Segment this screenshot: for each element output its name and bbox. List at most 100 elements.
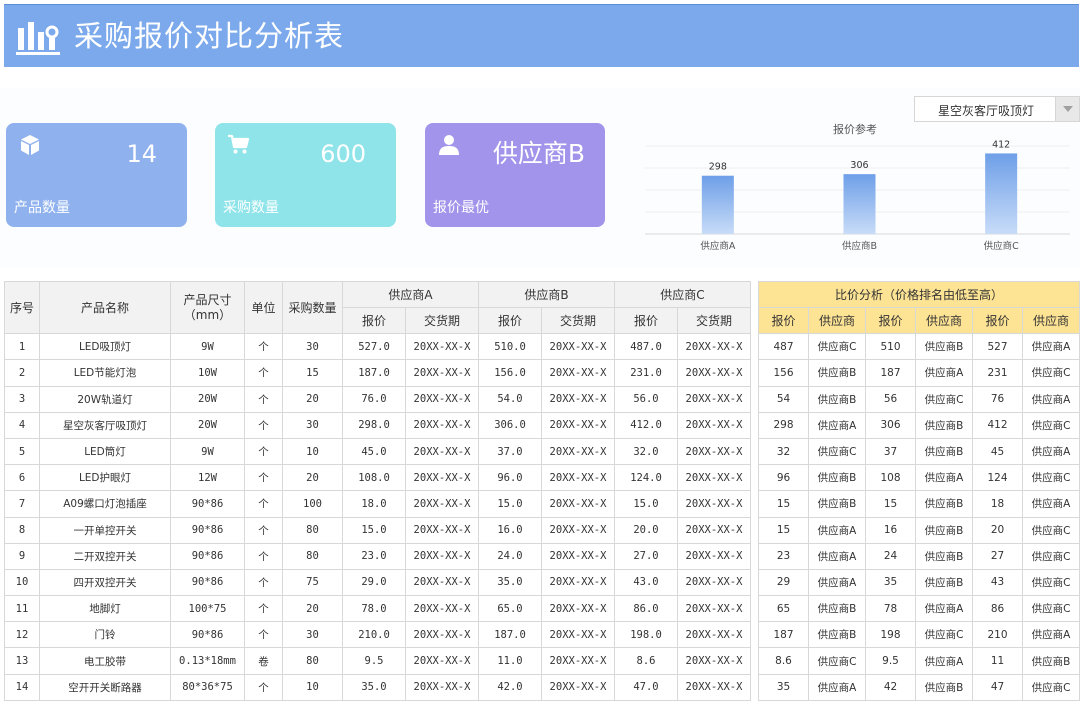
rank-supplier-3[interactable]: 供应商C — [1022, 568, 1080, 597]
rank-price-1[interactable]: 32 — [758, 437, 809, 466]
rank-supplier-2[interactable]: 供应商B — [915, 568, 973, 597]
delivery-a[interactable]: 20XX-XX-X — [405, 647, 479, 675]
price-a[interactable]: 29.0 — [342, 568, 406, 597]
delivery-b[interactable]: 20XX-XX-X — [541, 621, 615, 649]
rank-price-1[interactable]: 96 — [758, 464, 809, 492]
delivery-c[interactable]: 20XX-XX-X — [677, 411, 751, 439]
row-index[interactable]: 9 — [4, 542, 40, 570]
price-a[interactable]: 108.0 — [342, 464, 406, 492]
rank-supplier-1[interactable]: 供应商B — [808, 490, 866, 518]
price-c[interactable]: 124.0 — [614, 464, 678, 492]
price-c[interactable]: 47.0 — [614, 673, 678, 701]
rank-price-2[interactable]: 16 — [865, 516, 916, 544]
price-b[interactable]: 54.0 — [478, 385, 542, 413]
quantity[interactable]: 20 — [282, 595, 343, 623]
price-a[interactable]: 76.0 — [342, 385, 406, 413]
product-size[interactable]: 9W — [170, 333, 245, 361]
product-name[interactable]: LED吸顶灯 — [39, 333, 171, 361]
rank-price-1[interactable]: 8.6 — [758, 647, 809, 675]
unit[interactable]: 个 — [244, 621, 283, 649]
quantity[interactable]: 20 — [282, 464, 343, 492]
delivery-b[interactable]: 20XX-XX-X — [541, 411, 615, 439]
rank-supplier-1[interactable]: 供应商A — [808, 411, 866, 439]
quantity[interactable]: 80 — [282, 516, 343, 544]
price-c[interactable]: 20.0 — [614, 516, 678, 544]
rank-supplier-2[interactable]: 供应商A — [915, 647, 973, 675]
price-a[interactable]: 18.0 — [342, 490, 406, 518]
rank-supplier-3[interactable]: 供应商B — [1022, 647, 1080, 675]
delivery-c[interactable]: 20XX-XX-X — [677, 437, 751, 466]
unit[interactable]: 个 — [244, 385, 283, 413]
price-a[interactable]: 45.0 — [342, 437, 406, 466]
rank-price-2[interactable]: 42 — [865, 673, 916, 701]
delivery-b[interactable]: 20XX-XX-X — [541, 333, 615, 361]
rank-supplier-1[interactable]: 供应商B — [808, 359, 866, 387]
price-a[interactable]: 298.0 — [342, 411, 406, 439]
product-size[interactable]: 90*86 — [170, 516, 245, 544]
quantity[interactable]: 80 — [282, 542, 343, 570]
rank-price-2[interactable]: 24 — [865, 542, 916, 570]
delivery-b[interactable]: 20XX-XX-X — [541, 542, 615, 570]
delivery-c[interactable]: 20XX-XX-X — [677, 333, 751, 361]
price-a[interactable]: 78.0 — [342, 595, 406, 623]
row-index[interactable]: 3 — [4, 385, 40, 413]
price-c[interactable]: 86.0 — [614, 595, 678, 623]
rank-price-3[interactable]: 412 — [972, 411, 1023, 439]
unit[interactable]: 个 — [244, 359, 283, 387]
rank-supplier-3[interactable]: 供应商C — [1022, 542, 1080, 570]
row-index[interactable]: 7 — [4, 490, 40, 518]
price-a[interactable]: 210.0 — [342, 621, 406, 649]
chart-bar[interactable] — [985, 153, 1018, 234]
product-name[interactable]: 地脚灯 — [39, 595, 171, 623]
rank-price-3[interactable]: 86 — [972, 595, 1023, 623]
quantity[interactable]: 100 — [282, 490, 343, 518]
product-name[interactable]: 二开双控开关 — [39, 542, 171, 570]
product-size[interactable]: 0.13*18mm — [170, 647, 245, 675]
delivery-a[interactable]: 20XX-XX-X — [405, 621, 479, 649]
product-size[interactable]: 90*86 — [170, 568, 245, 597]
quantity[interactable]: 75 — [282, 568, 343, 597]
unit[interactable]: 个 — [244, 542, 283, 570]
rank-price-3[interactable]: 124 — [972, 464, 1023, 492]
delivery-a[interactable]: 20XX-XX-X — [405, 411, 479, 439]
rank-supplier-1[interactable]: 供应商B — [808, 385, 866, 413]
product-size[interactable]: 90*86 — [170, 490, 245, 518]
quantity[interactable]: 30 — [282, 411, 343, 439]
rank-supplier-2[interactable]: 供应商B — [915, 490, 973, 518]
price-b[interactable]: 65.0 — [478, 595, 542, 623]
delivery-c[interactable]: 20XX-XX-X — [677, 542, 751, 570]
rank-supplier-3[interactable]: 供应商C — [1022, 673, 1080, 701]
delivery-c[interactable]: 20XX-XX-X — [677, 516, 751, 544]
rank-price-3[interactable]: 527 — [972, 333, 1023, 361]
price-b[interactable]: 11.0 — [478, 647, 542, 675]
rank-supplier-3[interactable]: 供应商A — [1022, 490, 1080, 518]
rank-supplier-3[interactable]: 供应商C — [1022, 411, 1080, 439]
delivery-c[interactable]: 20XX-XX-X — [677, 359, 751, 387]
row-index[interactable]: 2 — [4, 359, 40, 387]
rank-price-3[interactable]: 18 — [972, 490, 1023, 518]
rank-price-1[interactable]: 54 — [758, 385, 809, 413]
rank-price-1[interactable]: 15 — [758, 490, 809, 518]
rank-supplier-2[interactable]: 供应商B — [915, 437, 973, 466]
product-name[interactable]: 门铃 — [39, 621, 171, 649]
rank-supplier-2[interactable]: 供应商C — [915, 621, 973, 649]
delivery-c[interactable]: 20XX-XX-X — [677, 464, 751, 492]
rank-price-2[interactable]: 9.5 — [865, 647, 916, 675]
quantity[interactable]: 15 — [282, 359, 343, 387]
rank-supplier-3[interactable]: 供应商C — [1022, 595, 1080, 623]
rank-price-2[interactable]: 56 — [865, 385, 916, 413]
product-size[interactable]: 20W — [170, 385, 245, 413]
delivery-a[interactable]: 20XX-XX-X — [405, 516, 479, 544]
rank-price-3[interactable]: 47 — [972, 673, 1023, 701]
rank-supplier-1[interactable]: 供应商A — [808, 542, 866, 570]
row-index[interactable]: 1 — [4, 333, 40, 361]
rank-price-2[interactable]: 35 — [865, 568, 916, 597]
delivery-c[interactable]: 20XX-XX-X — [677, 595, 751, 623]
rank-price-3[interactable]: 45 — [972, 437, 1023, 466]
rank-supplier-2[interactable]: 供应商A — [915, 464, 973, 492]
chart-bar[interactable] — [843, 174, 876, 234]
delivery-a[interactable]: 20XX-XX-X — [405, 437, 479, 466]
row-index[interactable]: 4 — [4, 411, 40, 439]
rank-price-3[interactable]: 20 — [972, 516, 1023, 544]
unit[interactable]: 个 — [244, 333, 283, 361]
